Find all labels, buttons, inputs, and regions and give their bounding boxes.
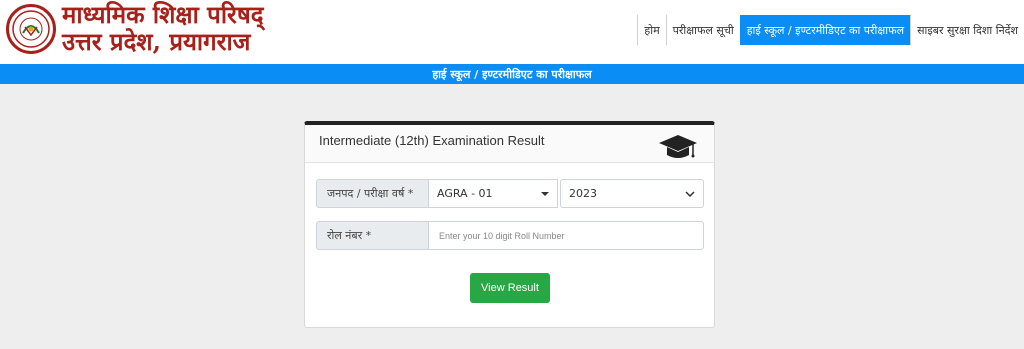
district-select[interactable]: AGRA - 01 — [429, 179, 558, 208]
main-nav: होम परीक्षाफल सूची हाई स्कूल / इण्टरमीडि… — [637, 15, 1024, 45]
view-result-button[interactable]: View Result — [470, 273, 550, 303]
year-value: 2023 — [569, 187, 597, 200]
district-year-label: जनपद / परीक्षा वर्ष * — [316, 179, 429, 208]
result-form-card: Intermediate (12th) Examination Result ज… — [304, 121, 715, 328]
up-emblem-icon — [6, 4, 56, 54]
page-banner: हाई स्कूल / इण्टरमीडिएट का परीक्षाफल — [0, 64, 1024, 84]
district-year-row: जनपद / परीक्षा वर्ष * AGRA - 01 2023 — [316, 179, 704, 208]
site-header: माध्यमिक शिक्षा परिषद् उत्तर प्रदेश, प्र… — [0, 0, 1024, 64]
form-title: Intermediate (12th) Examination Result — [319, 133, 545, 148]
org-name-line2: उत्तर प्रदेश, प्रयागराज — [62, 26, 251, 56]
organization-name: माध्यमिक शिक्षा परिषद् उत्तर प्रदेश, प्र… — [62, 0, 264, 56]
nav-result-list[interactable]: परीक्षाफल सूची — [665, 15, 740, 45]
district-value: AGRA - 01 — [437, 187, 493, 200]
graduation-cap-icon — [658, 133, 698, 165]
nav-cyber-security[interactable]: साइबर सुरक्षा दिशा निर्देश — [910, 15, 1024, 45]
org-name-line1: माध्यमिक शिक्षा परिषद् — [62, 0, 264, 29]
roll-number-input[interactable]: Enter your 10 digit Roll Number — [429, 221, 704, 250]
chevron-down-icon — [685, 190, 695, 197]
roll-number-row: रोल नंबर * Enter your 10 digit Roll Numb… — [316, 221, 704, 250]
nav-home[interactable]: होम — [637, 15, 665, 45]
card-header: Intermediate (12th) Examination Result — [305, 125, 714, 163]
roll-number-label: रोल नंबर * — [316, 221, 429, 250]
year-select[interactable]: 2023 — [560, 179, 704, 208]
nav-hs-inter-result[interactable]: हाई स्कूल / इण्टरमीडिएट का परीक्षाफल — [739, 15, 911, 45]
caret-down-icon — [541, 191, 549, 196]
